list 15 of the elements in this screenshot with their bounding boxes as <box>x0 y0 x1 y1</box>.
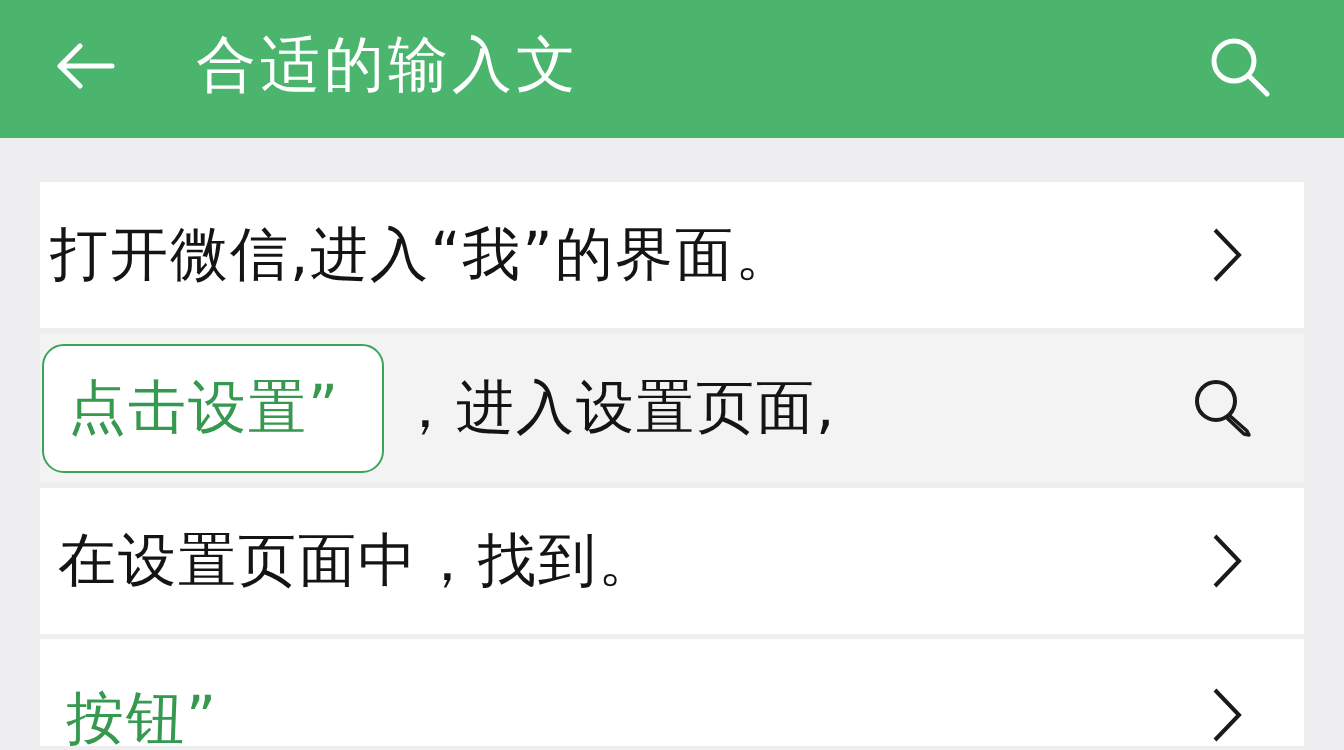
row-text: ，进入设置页面, <box>395 376 837 440</box>
row-text: 打开微信,进入“我”的界面。 <box>49 223 795 287</box>
list-row[interactable]: 点击设置” ，进入设置页面, <box>40 333 1304 483</box>
list-row[interactable]: 按钮” <box>40 639 1304 746</box>
chevron-right-icon <box>1212 687 1242 743</box>
search-icon[interactable] <box>1194 379 1252 437</box>
page-title: 合适的输入文 <box>196 28 580 100</box>
chevron-right-icon <box>1212 227 1242 283</box>
search-icon <box>1210 37 1270 97</box>
chevron-right-icon <box>1212 533 1242 589</box>
row-text: 在设置页面中，找到。 <box>57 529 658 593</box>
list-row[interactable]: 在设置页面中，找到。 <box>40 488 1304 634</box>
highlight-tag: 点击设置” <box>42 343 384 473</box>
back-arrow-icon <box>55 43 115 89</box>
list-row[interactable]: 打开微信,进入“我”的界面。 <box>40 182 1304 328</box>
